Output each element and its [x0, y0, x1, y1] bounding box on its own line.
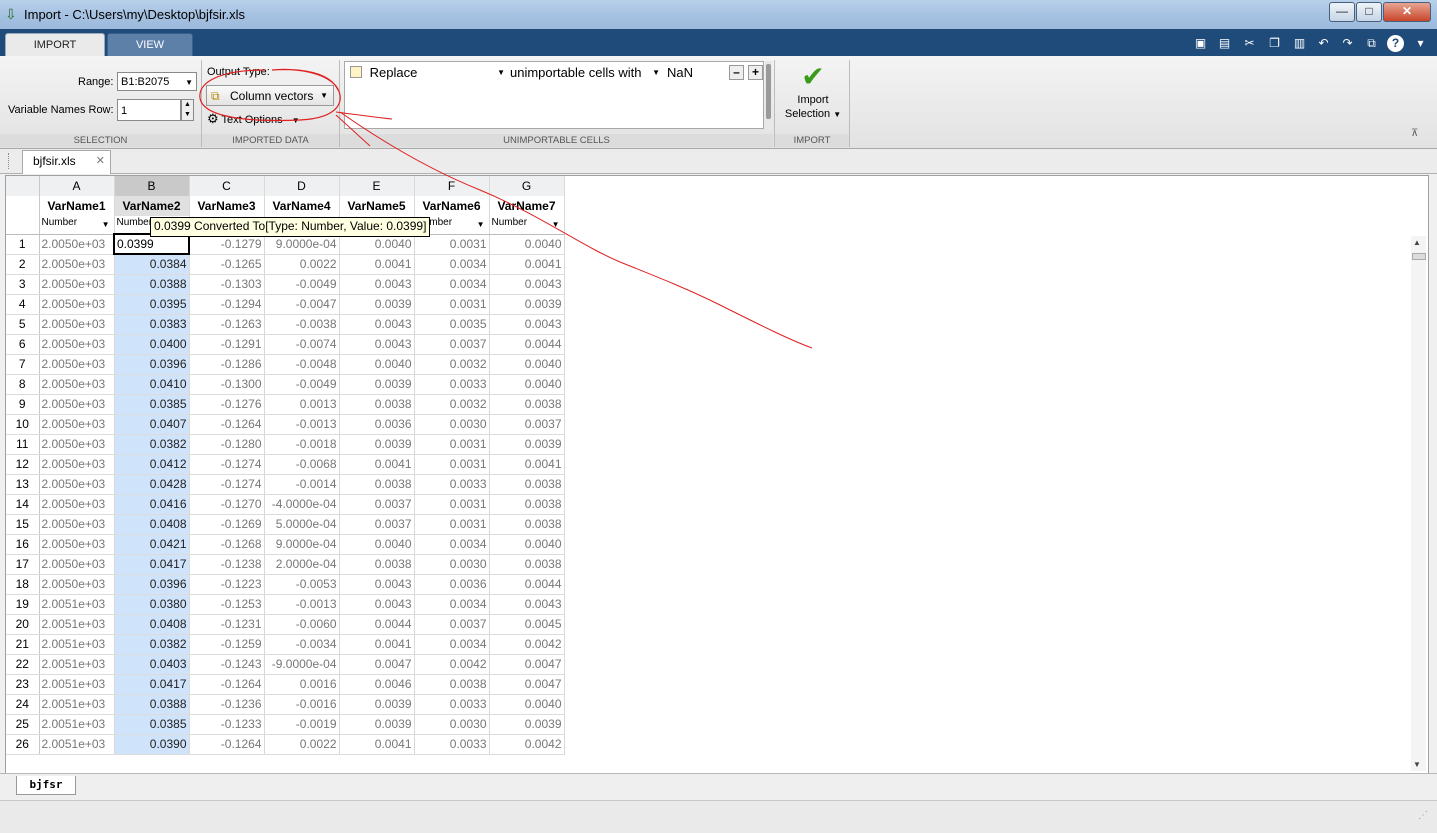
red-annotation-overlay: [199, 68, 813, 349]
annotation-circle: [199, 68, 341, 122]
annotation-line: [335, 111, 813, 349]
